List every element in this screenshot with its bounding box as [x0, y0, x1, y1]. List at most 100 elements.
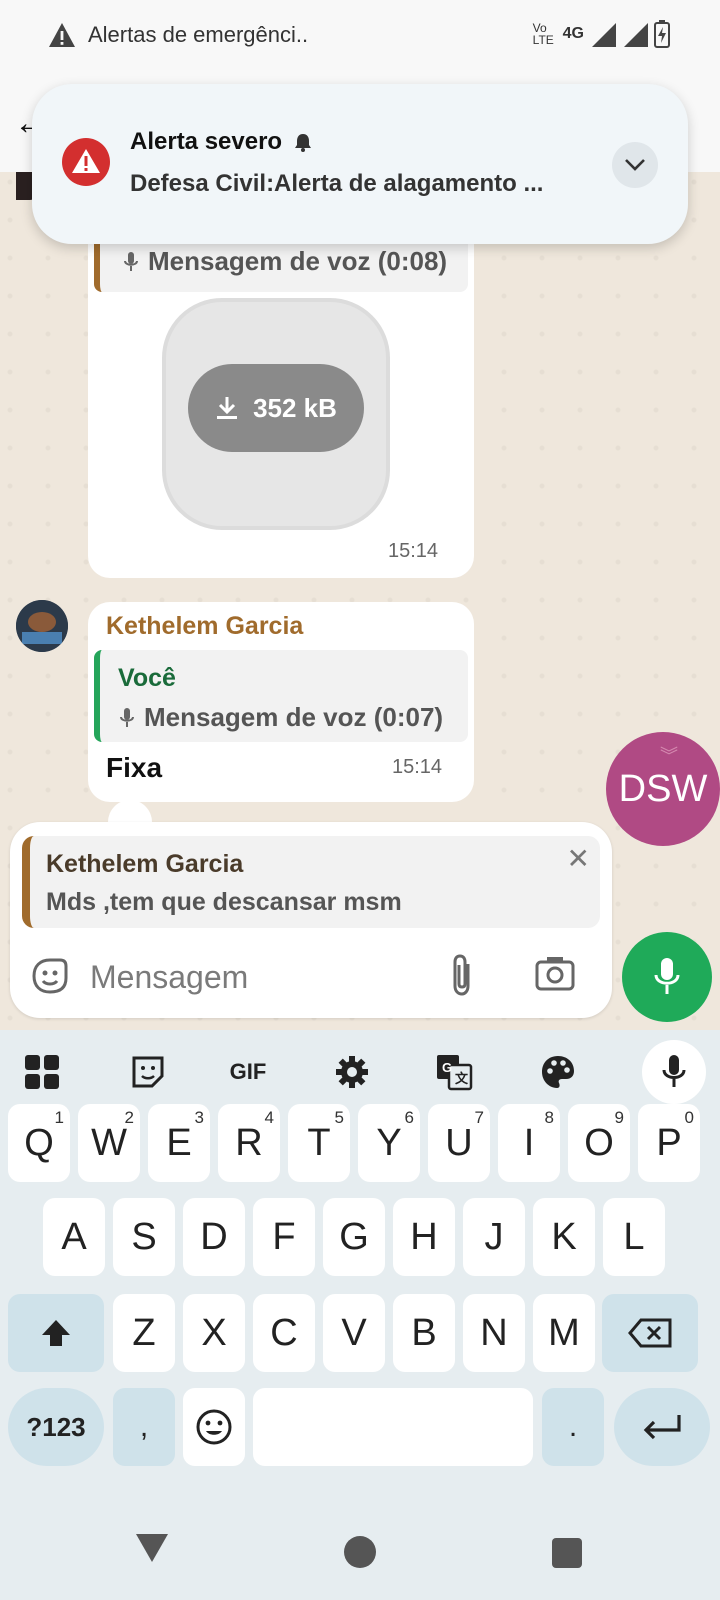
- quoted-message[interactable]: Você Mensagem de voz (0:07): [94, 650, 468, 742]
- emergency-alert-notification[interactable]: Alerta severo Defesa Civil:Alerta de ala…: [32, 84, 688, 244]
- apps-grid-icon[interactable]: [22, 1050, 62, 1094]
- key-e[interactable]: E3: [148, 1104, 210, 1182]
- voice-record-button[interactable]: [622, 932, 712, 1022]
- status-icons: Vo LTE 4G: [533, 20, 670, 48]
- emoji-icon: [196, 1409, 232, 1445]
- settings-gear-icon[interactable]: [332, 1050, 372, 1094]
- backspace-key[interactable]: [602, 1294, 698, 1372]
- space-key[interactable]: [253, 1388, 533, 1466]
- download-size: 352 kB: [253, 392, 337, 423]
- key-j[interactable]: J: [463, 1198, 525, 1276]
- mic-icon: [654, 958, 680, 994]
- key-s[interactable]: S: [113, 1198, 175, 1276]
- message-time: 15:14: [388, 540, 439, 562]
- enter-arrow-icon: [643, 1415, 681, 1440]
- key-m[interactable]: M: [533, 1294, 595, 1372]
- keyboard-toolbar: GIF G 文: [0, 1030, 720, 1110]
- dsw-label: DSW: [618, 767, 708, 810]
- backspace-icon: [628, 1318, 672, 1348]
- message-time: 15:14: [392, 756, 443, 778]
- key-v[interactable]: V: [323, 1294, 385, 1372]
- message-bubble[interactable]: Kethelem Garcia Você Mensagem de voz (0:…: [88, 602, 474, 802]
- key-g[interactable]: G: [323, 1198, 385, 1276]
- keyboard-voice-button[interactable]: [642, 1040, 706, 1104]
- shift-key[interactable]: [8, 1294, 104, 1372]
- nav-back-icon[interactable]: [136, 1534, 168, 1562]
- sticker-icon[interactable]: [28, 954, 72, 998]
- period-key[interactable]: .: [542, 1388, 604, 1466]
- expand-button[interactable]: [612, 142, 658, 188]
- svg-text:文: 文: [455, 1071, 469, 1086]
- key-c[interactable]: C: [253, 1294, 315, 1372]
- alert-warning-icon: [62, 138, 110, 186]
- network-label: 4G: [562, 25, 584, 42]
- key-n[interactable]: N: [463, 1294, 525, 1372]
- svg-text:G: G: [442, 1060, 452, 1075]
- navigation-bar: [0, 1500, 720, 1600]
- camera-icon[interactable]: [534, 954, 576, 992]
- nav-home-icon[interactable]: [344, 1536, 376, 1568]
- palette-icon[interactable]: [538, 1050, 578, 1094]
- mic-icon: [120, 707, 134, 727]
- key-h[interactable]: H: [393, 1198, 455, 1276]
- alert-title: Alerta severo: [130, 128, 283, 155]
- reply-preview[interactable]: Kethelem Garcia Mds ,tem que descansar m…: [22, 836, 600, 928]
- translate-icon[interactable]: G 文: [434, 1050, 474, 1094]
- composer: Kethelem Garcia Mds ,tem que descansar m…: [10, 822, 612, 1018]
- key-k[interactable]: K: [533, 1198, 595, 1276]
- mic-icon: [124, 251, 138, 271]
- message-text: Fixa: [106, 752, 163, 783]
- quoted-voice-label: Mensagem de voz (0:08): [148, 246, 448, 276]
- key-x[interactable]: X: [183, 1294, 245, 1372]
- keyboard-sticker-icon[interactable]: [128, 1050, 168, 1094]
- alert-title-row: Alerta severo: [130, 128, 314, 156]
- sender-name: Kethelem Garcia: [106, 612, 304, 640]
- enter-key[interactable]: [614, 1388, 710, 1466]
- close-icon[interactable]: ✕: [567, 842, 590, 875]
- emoji-key[interactable]: [183, 1388, 245, 1466]
- symbols-key[interactable]: ?123: [8, 1388, 104, 1466]
- avatar[interactable]: [16, 600, 68, 652]
- key-r[interactable]: R4: [218, 1104, 280, 1182]
- key-l[interactable]: L: [603, 1198, 665, 1276]
- key-f[interactable]: F: [253, 1198, 315, 1276]
- key-i[interactable]: I8: [498, 1104, 560, 1182]
- key-t[interactable]: T5: [288, 1104, 350, 1182]
- message-input[interactable]: [90, 950, 430, 1004]
- scroll-down-icon: ︾: [660, 746, 678, 766]
- key-p[interactable]: P0: [638, 1104, 700, 1182]
- quoted-voice-label: Mensagem de voz (0:07): [144, 702, 444, 732]
- input-row: [10, 940, 612, 1014]
- alert-body: Defesa Civil:Alerta de alagamento ...: [130, 170, 544, 197]
- comma-key[interactable]: ,: [113, 1388, 175, 1466]
- gif-button[interactable]: GIF: [226, 1050, 270, 1094]
- key-b[interactable]: B: [393, 1294, 455, 1372]
- signal-icon: [592, 23, 616, 47]
- bell-icon: [295, 134, 312, 152]
- key-o[interactable]: O9: [568, 1104, 630, 1182]
- download-button[interactable]: 352 kB: [188, 364, 364, 452]
- status-bar: Alertas de emergênci.. Vo LTE 4G: [0, 0, 720, 72]
- volte-label: Vo LTE: [532, 21, 554, 47]
- signal-icon-2: [624, 23, 648, 47]
- reply-text: Mds ,tem que descansar msm: [46, 888, 402, 916]
- key-d[interactable]: D: [183, 1198, 245, 1276]
- key-q[interactable]: Q1: [8, 1104, 70, 1182]
- shift-arrow-icon: [42, 1320, 70, 1346]
- battery-icon: [654, 20, 670, 48]
- chevron-down-icon: [625, 159, 645, 171]
- key-w[interactable]: W2: [78, 1104, 140, 1182]
- attach-icon[interactable]: [448, 952, 476, 998]
- download-icon: [217, 397, 238, 419]
- key-z[interactable]: Z: [113, 1294, 175, 1372]
- keyboard-mic-icon: [662, 1055, 686, 1087]
- key-y[interactable]: Y6: [358, 1104, 420, 1182]
- message-bubble[interactable]: Mensagem de voz (0:08) 352 kB 15:14: [88, 234, 474, 578]
- nav-recents-icon[interactable]: [552, 1538, 582, 1568]
- key-u[interactable]: U7: [428, 1104, 490, 1182]
- warning-icon: [49, 23, 75, 47]
- key-a[interactable]: A: [43, 1198, 105, 1276]
- quoted-author: Você: [118, 664, 176, 692]
- reply-author: Kethelem Garcia: [46, 850, 244, 878]
- notification-text: Alertas de emergênci..: [88, 22, 309, 47]
